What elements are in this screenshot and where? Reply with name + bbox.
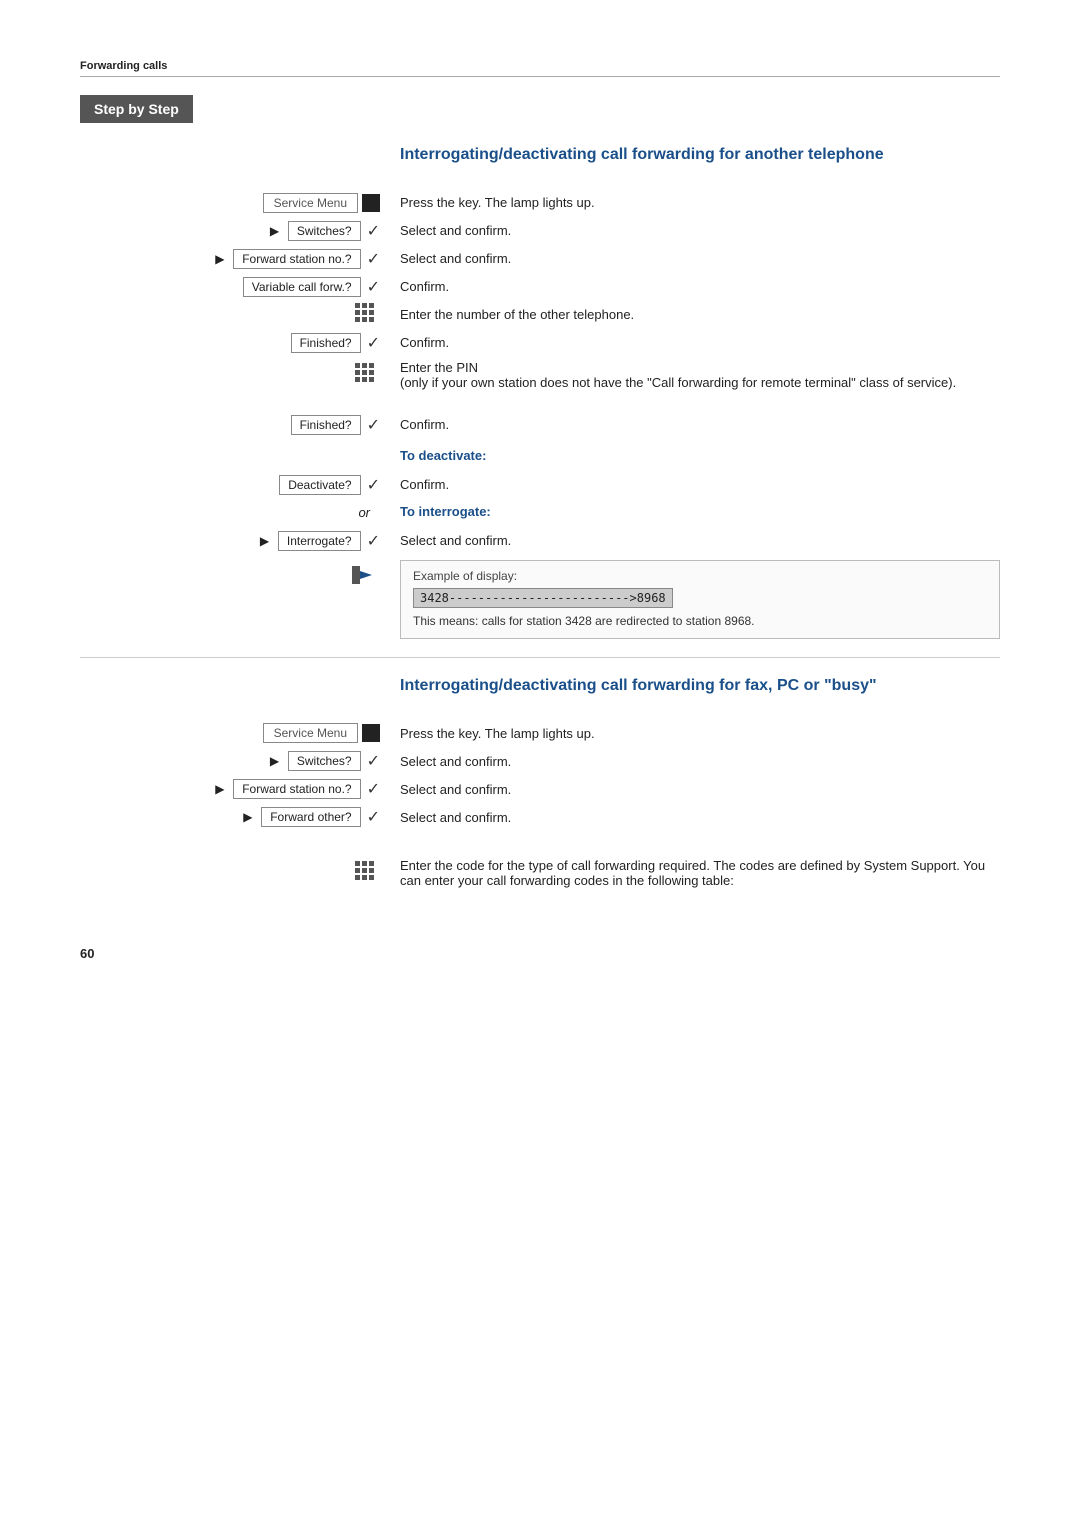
black-square-2 [362, 724, 380, 742]
check-icon: ✓ [367, 475, 380, 495]
black-square-1 [362, 194, 380, 212]
step-box: Forward station no.? [233, 249, 360, 269]
row-text: Confirm. [400, 477, 449, 492]
forwarding-calls-header: Forwarding calls [80, 60, 1000, 77]
display-example-value: 3428------------------------->8968 [413, 588, 673, 608]
row-switches-1: ▶ Switches? ✓ Select and confirm. [80, 218, 1000, 244]
row-text: Press the key. The lamp lights up. [400, 726, 595, 741]
arrow-icon: ▶ [215, 782, 229, 796]
keypad-icon [354, 302, 380, 328]
section2-title: Interrogating/deactivating call forwardi… [400, 676, 1000, 697]
check-icon: ✓ [367, 751, 380, 771]
row-text: Press the key. The lamp lights up. [400, 195, 595, 210]
arrow-icon: ▶ [270, 224, 284, 238]
check-icon: ✓ [367, 249, 380, 269]
row-service-menu-2: Service Menu Press the key. The lamp lig… [80, 720, 1000, 746]
check-icon: ✓ [367, 531, 380, 551]
row-spacer [80, 832, 1000, 854]
row-forward-station-1: ▶ Forward station no.? ✓ Select and conf… [80, 246, 1000, 272]
step-by-step-badge: Step by Step [80, 95, 193, 123]
step-box: Forward station no.? [233, 779, 360, 799]
row-variable-call-forw: Variable call forw.? ✓ Confirm. [80, 274, 1000, 300]
row-text: Select and confirm. [400, 754, 511, 769]
row-text: Enter the number of the other telephone. [400, 307, 634, 322]
row-text: Confirm. [400, 417, 449, 432]
page-number: 60 [80, 946, 1000, 961]
arrow-icon: ▶ [260, 534, 274, 548]
check-icon: ✓ [367, 221, 380, 241]
row-enter-number: Enter the number of the other telephone. [80, 302, 1000, 328]
row-text: Select and confirm. [400, 223, 511, 238]
arrow-icon: ▶ [243, 810, 257, 824]
step-box: Forward other? [261, 807, 360, 827]
check-icon: ✓ [367, 277, 380, 297]
row-text: Confirm. [400, 279, 449, 294]
step-box: Finished? [291, 415, 361, 435]
step-box: Variable call forw.? [243, 277, 361, 297]
arrow-icon: ▶ [270, 754, 284, 768]
step-box: Switches? [288, 751, 361, 771]
row-finished-2: Finished? ✓ Confirm. [80, 412, 1000, 438]
service-menu-box-1: Service Menu [263, 193, 358, 213]
step-box: Deactivate? [279, 475, 360, 495]
row-enter-pin: Enter the PIN(only if your own station d… [80, 358, 1000, 410]
row-text: Enter the PIN(only if your own station d… [400, 360, 956, 390]
row-text: Confirm. [400, 335, 449, 350]
display-example-box: Example of display: 3428----------------… [400, 560, 1000, 639]
display-icon [352, 566, 380, 586]
row-enter-code: Enter the code for the type of call forw… [80, 856, 1000, 916]
row-deactivate: Deactivate? ✓ Confirm. [80, 472, 1000, 498]
to-deactivate-label: To deactivate: [400, 448, 486, 463]
keypad-icon [354, 860, 380, 886]
check-icon: ✓ [367, 779, 380, 799]
to-interrogate-label: To interrogate: [400, 504, 491, 519]
row-display-example: Example of display: 3428----------------… [80, 558, 1000, 639]
row-service-menu-1: Service Menu Press the key. The lamp lig… [80, 190, 1000, 216]
keypad-icon [354, 362, 380, 388]
check-icon: ✓ [367, 415, 380, 435]
row-or-interrogate: or To interrogate: [80, 500, 1000, 526]
check-icon: ✓ [367, 807, 380, 827]
step-box: Interrogate? [278, 531, 361, 551]
row-interrogate: ▶ Interrogate? ✓ Select and confirm. [80, 528, 1000, 554]
row-to-deactivate-heading: To deactivate: [80, 444, 1000, 470]
row-text: Select and confirm. [400, 810, 511, 825]
row-text: Select and confirm. [400, 782, 511, 797]
section1-title: Interrogating/deactivating call forwardi… [400, 145, 1000, 166]
display-example-label: Example of display: [413, 569, 987, 583]
step-box: Finished? [291, 333, 361, 353]
arrow-icon: ▶ [215, 252, 229, 266]
row-text: Select and confirm. [400, 533, 511, 548]
row-forward-station-2: ▶ Forward station no.? ✓ Select and conf… [80, 776, 1000, 802]
row-switches-2: ▶ Switches? ✓ Select and confirm. [80, 748, 1000, 774]
or-text: or [358, 505, 380, 520]
service-menu-box-2: Service Menu [263, 723, 358, 743]
display-example-desc: This means: calls for station 3428 are r… [413, 613, 987, 630]
row-text: Select and confirm. [400, 251, 511, 266]
step-box: Switches? [288, 221, 361, 241]
row-finished-1: Finished? ✓ Confirm. [80, 330, 1000, 356]
row-forward-other: ▶ Forward other? ✓ Select and confirm. [80, 804, 1000, 830]
check-icon: ✓ [367, 333, 380, 353]
row-text: Enter the code for the type of call forw… [400, 858, 1000, 888]
